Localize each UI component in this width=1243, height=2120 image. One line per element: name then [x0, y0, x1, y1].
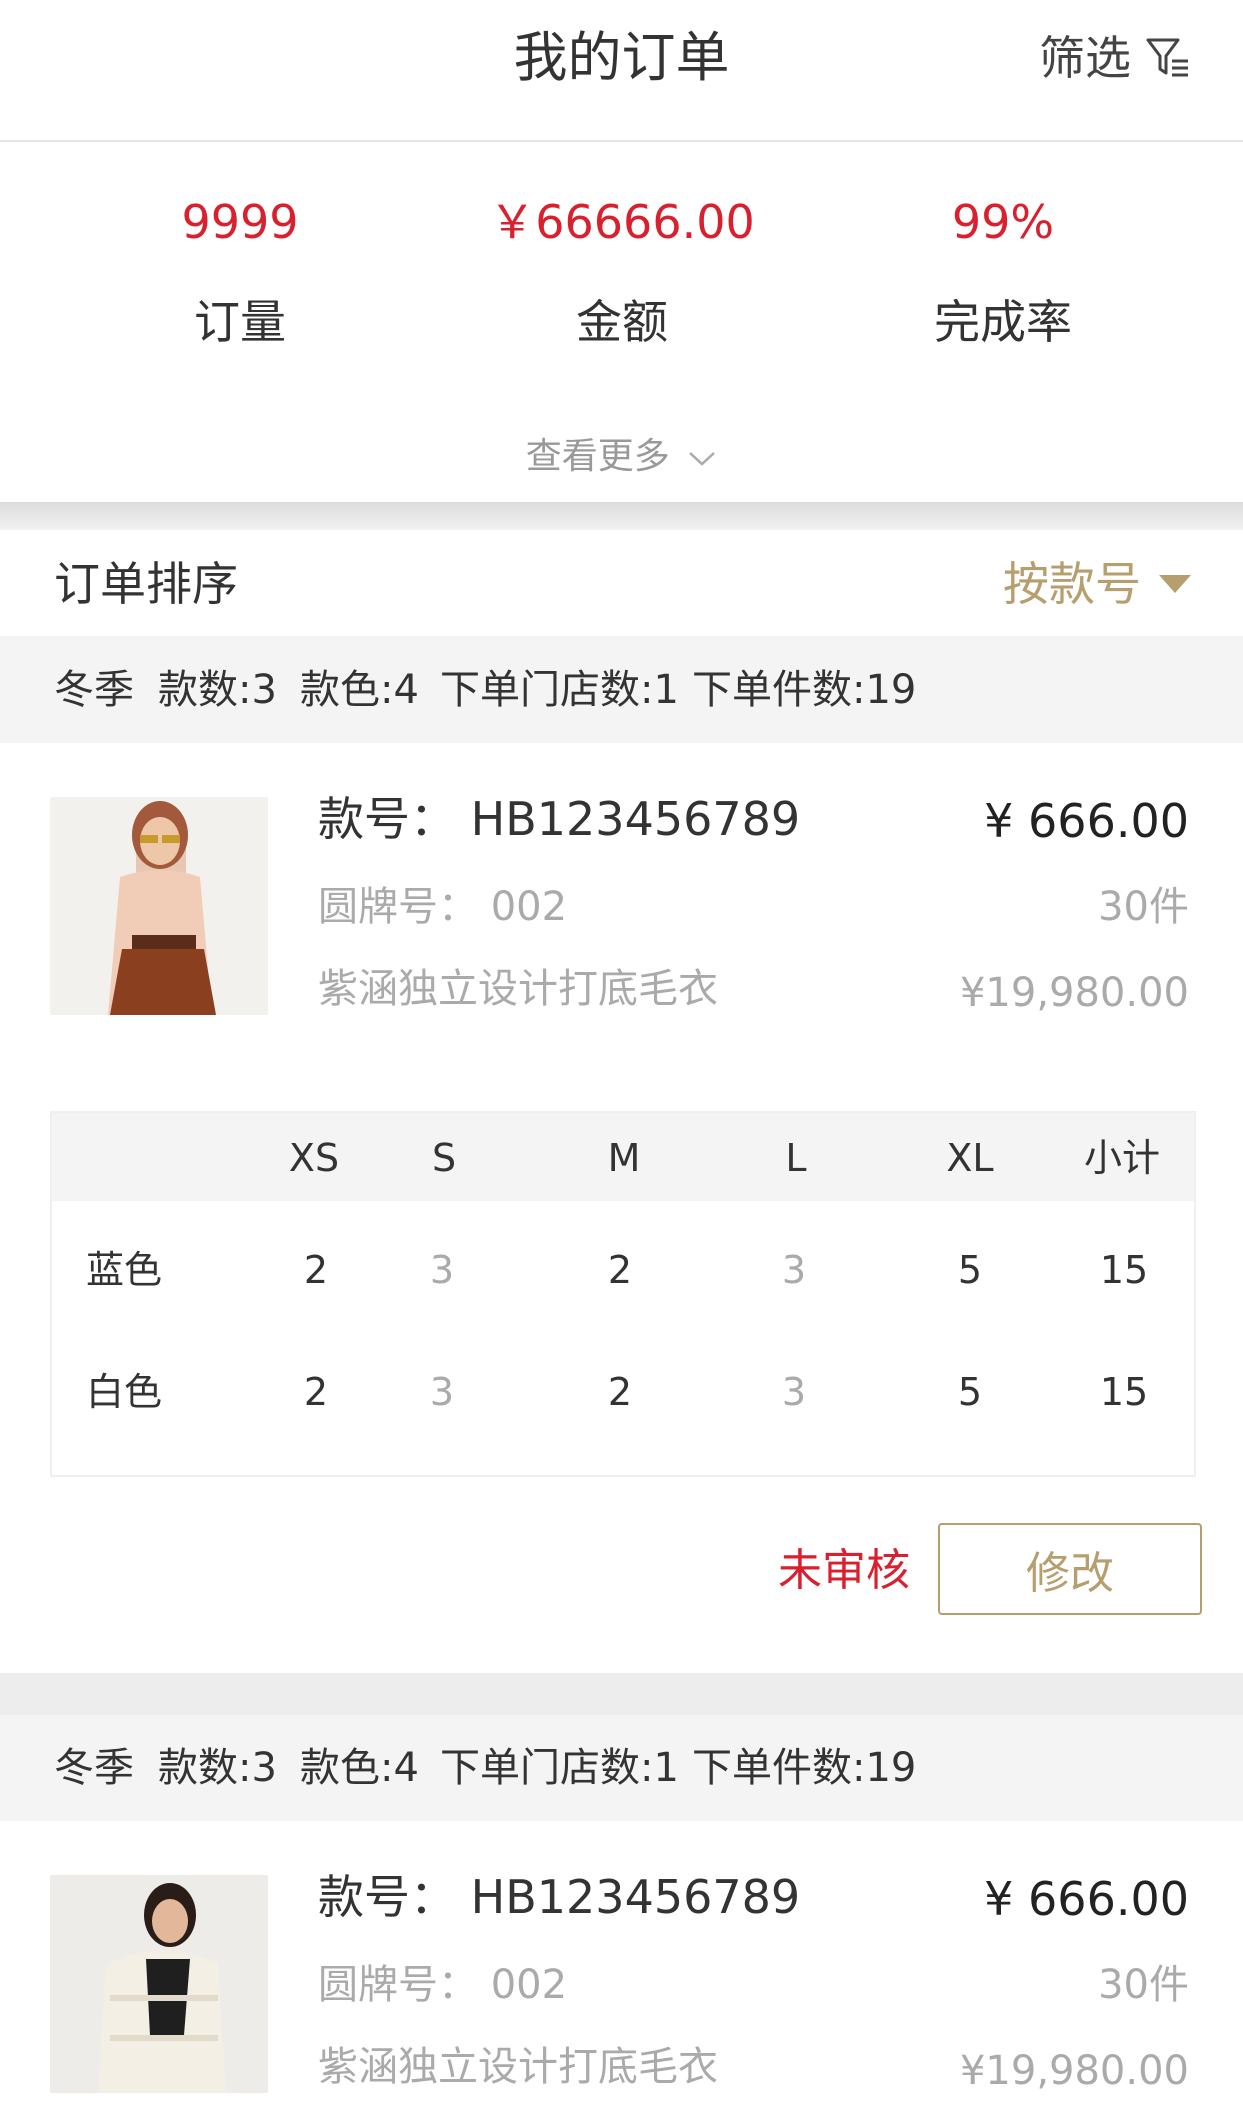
- store-count: 下单门店数:1: [440, 667, 679, 713]
- chevron-down-icon: [689, 452, 716, 466]
- stat-label: 订量: [194, 295, 286, 349]
- size-quantity-table: XS S M L XL 小计 蓝色 2 3 2 3 5 15 白色 2 3 2 …: [50, 1111, 1196, 1477]
- product-thumbnail[interactable]: [50, 1875, 268, 2093]
- column-header: 小计: [1083, 1136, 1160, 1180]
- tag-number: 圆牌号： 002: [318, 1962, 568, 2008]
- style-count: 款数:3: [158, 1745, 277, 1791]
- group-summary: 冬季 款数:3 款色:4 下单门店数:1 下单件数:19: [0, 1715, 1243, 1821]
- table-cell: 15: [1099, 1248, 1149, 1292]
- stat-label: 完成率: [934, 295, 1072, 349]
- product-image: [50, 1875, 268, 2093]
- piece-count: 下单件数:19: [692, 667, 917, 713]
- column-header: S: [431, 1136, 457, 1180]
- style-code: 款号： HB123456789: [318, 1870, 801, 1924]
- quantity: 30件: [1098, 884, 1189, 930]
- line-total: ¥19,980.00: [959, 2048, 1189, 2094]
- style-count: 款数:3: [158, 667, 277, 713]
- table-cell[interactable]: 3: [734, 1367, 854, 1417]
- row-color-label: 蓝色: [86, 1248, 163, 1292]
- table-cell[interactable]: 2: [256, 1245, 376, 1295]
- app-header: 我的订单 筛选: [0, 0, 1243, 142]
- column-header: M: [607, 1136, 641, 1180]
- view-more-button[interactable]: 查看更多: [0, 432, 1243, 482]
- line-total: ¥19,980.00: [959, 970, 1189, 1016]
- column-header: XL: [946, 1136, 994, 1180]
- stat-label: 金额: [576, 295, 668, 349]
- tag-number: 圆牌号： 002: [318, 884, 568, 930]
- color-count: 款色:4: [300, 1745, 419, 1791]
- sort-value: 按款号: [1003, 557, 1141, 611]
- store-count: 下单门店数:1: [440, 1745, 679, 1791]
- table-cell[interactable]: 2: [560, 1367, 680, 1417]
- table-cell[interactable]: 2: [256, 1367, 376, 1417]
- table-cell[interactable]: 5: [910, 1367, 1030, 1417]
- status-badge: 未审核: [778, 1545, 910, 1596]
- table-cell[interactable]: 2: [560, 1245, 680, 1295]
- stat-value: 99%: [951, 195, 1055, 249]
- product-thumbnail[interactable]: [50, 797, 268, 1015]
- season-label: 冬季: [54, 667, 134, 713]
- filter-label: 筛选: [1039, 31, 1131, 85]
- sort-dropdown[interactable]: 按款号: [1003, 554, 1191, 614]
- stat-amount: ￥66666.00 金额: [422, 192, 822, 352]
- table-cell[interactable]: 3: [382, 1367, 502, 1417]
- caret-down-icon: [1159, 575, 1191, 593]
- column-header: L: [785, 1136, 807, 1180]
- color-count: 款色:4: [300, 667, 419, 713]
- sort-label: 订单排序: [54, 557, 238, 611]
- season-label: 冬季: [54, 1745, 134, 1791]
- section-divider: [0, 1673, 1243, 1715]
- stat-completion-rate: 99% 完成率: [803, 192, 1203, 352]
- order-card: 款号： HB123456789 圆牌号： 002 紫涵独立设计打底毛衣 ¥ 66…: [0, 1821, 1243, 2120]
- group-summary: 冬季 款数:3 款色:4 下单门店数:1 下单件数:19: [0, 637, 1243, 743]
- unit-price: ¥ 666.00: [984, 794, 1189, 848]
- edit-button[interactable]: 修改: [938, 1523, 1202, 1615]
- product-name: 紫涵独立设计打底毛衣: [318, 966, 718, 1012]
- column-header: XS: [288, 1136, 340, 1180]
- filter-button[interactable]: 筛选: [1039, 28, 1191, 88]
- stat-value: 9999: [181, 195, 299, 249]
- quantity: 30件: [1098, 1962, 1189, 2008]
- table-cell[interactable]: 3: [734, 1245, 854, 1295]
- row-color-label: 白色: [86, 1370, 163, 1414]
- stat-order-count: 9999 订量: [40, 192, 440, 352]
- table-cell[interactable]: 5: [910, 1245, 1030, 1295]
- product-image: [50, 797, 268, 1015]
- stat-value: ￥66666.00: [489, 195, 755, 249]
- style-code: 款号： HB123456789: [318, 792, 801, 846]
- unit-price: ¥ 666.00: [984, 1872, 1189, 1926]
- product-name: 紫涵独立设计打底毛衣: [318, 2044, 718, 2090]
- order-summary: 9999 订量 ￥66666.00 金额 99% 完成率 查看更多: [0, 142, 1243, 502]
- piece-count: 下单件数:19: [692, 1745, 917, 1791]
- view-more-label: 查看更多: [525, 436, 670, 477]
- filter-icon: [1146, 38, 1188, 77]
- table-cell[interactable]: 3: [382, 1245, 502, 1295]
- table-cell: 15: [1099, 1370, 1149, 1414]
- order-card: 款号： HB123456789 圆牌号： 002 紫涵独立设计打底毛衣 ¥ 66…: [0, 743, 1243, 1673]
- section-divider: [0, 502, 1243, 528]
- sort-bar: 订单排序 按款号: [0, 530, 1243, 636]
